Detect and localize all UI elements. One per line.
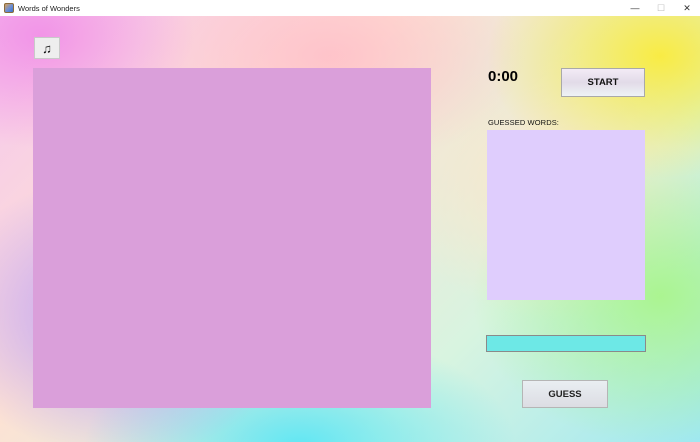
timer-display: 0:00 <box>488 68 519 85</box>
window-controls: — ☐ ✕ <box>622 0 700 16</box>
minimize-button[interactable]: — <box>622 0 648 16</box>
start-button[interactable]: START <box>561 68 645 97</box>
letter-board[interactable] <box>33 68 431 408</box>
guess-button[interactable]: GUESS <box>522 380 608 408</box>
music-toggle-button[interactable]: ♫ <box>34 37 60 59</box>
music-note-icon: ♫ <box>42 40 52 56</box>
maximize-button[interactable]: ☐ <box>648 0 674 16</box>
game-window: ♫ 0:00 START GUESSED WORDS: GUESS <box>0 16 700 442</box>
guess-input[interactable] <box>486 335 646 352</box>
guessed-words-label: GUESSED WORDS: <box>488 118 559 127</box>
guessed-words-list[interactable] <box>487 130 645 300</box>
title-bar: Words of Wonders — ☐ ✕ <box>0 0 700 17</box>
window-title: Words of Wonders <box>18 3 80 13</box>
close-button[interactable]: ✕ <box>674 0 700 16</box>
app-icon <box>4 3 14 13</box>
